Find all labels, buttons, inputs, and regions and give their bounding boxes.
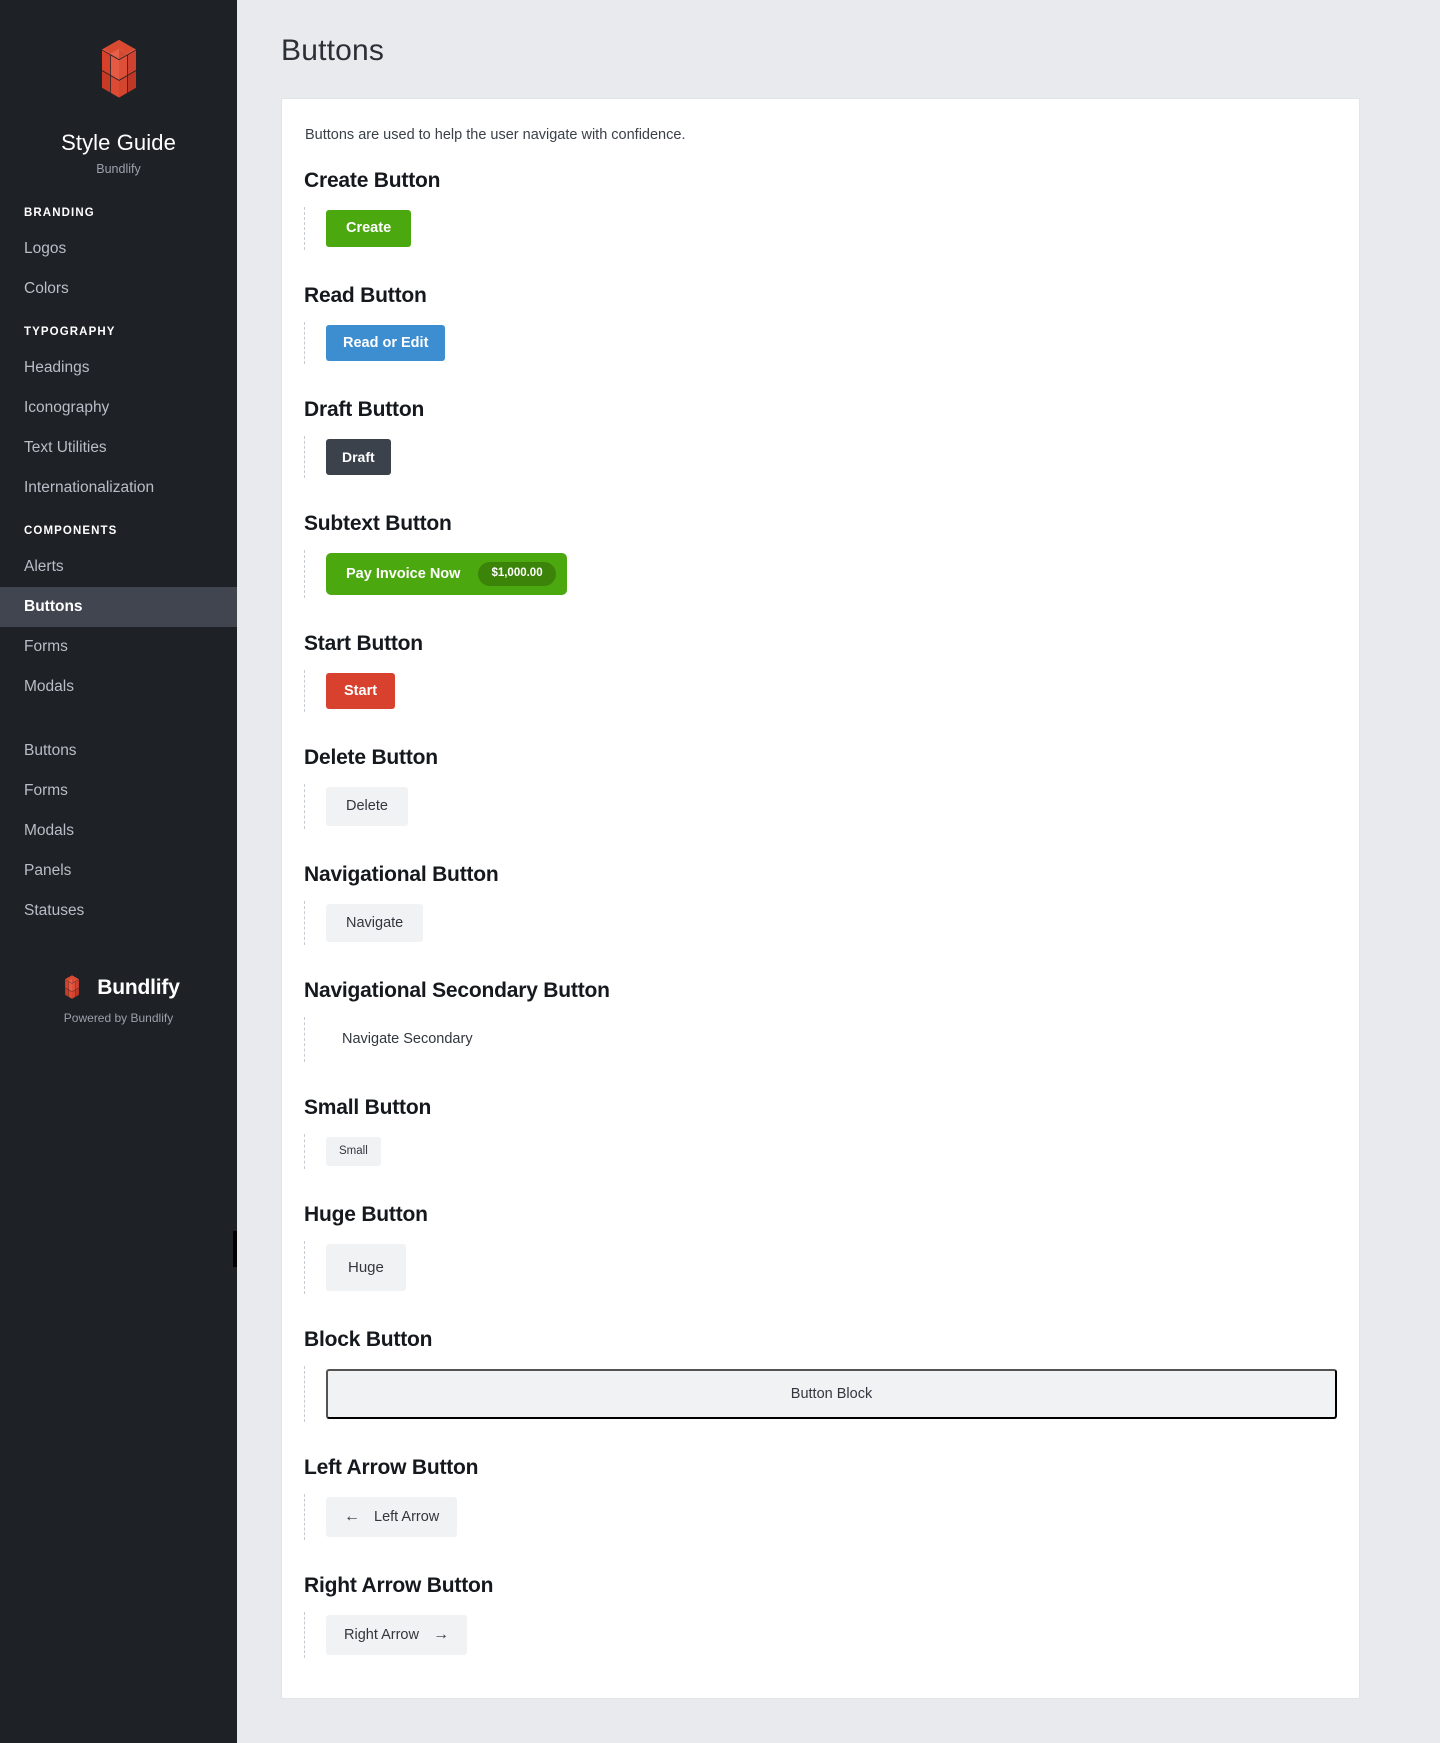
section-title: Navigational Button — [304, 862, 499, 886]
section-title: Read Button — [304, 283, 427, 307]
small-button[interactable]: Small — [326, 1136, 381, 1166]
card-intro-text: Buttons are used to help the user naviga… — [305, 127, 686, 143]
app-root: Style Guide Bundlify BRANDING Logos Colo… — [0, 0, 1440, 1743]
left-arrow-button[interactable]: ← Left Arrow — [326, 1497, 458, 1537]
arrow-right-icon: → — [432, 1626, 449, 1643]
sidebar-item-iconography[interactable]: Iconography — [0, 388, 237, 428]
sidebar-item-statuses[interactable]: Statuses — [0, 891, 237, 931]
cube-logo-icon — [101, 39, 136, 98]
section-title: Create Button — [304, 169, 441, 192]
right-arrow-button[interactable]: Right Arrow → — [326, 1615, 467, 1655]
sidebar-item-text-utilities[interactable]: Text Utilities — [0, 428, 237, 468]
sidebar-item-alerts[interactable]: Alerts — [0, 547, 237, 587]
footer-brand[interactable]: Bundlify — [0, 973, 237, 1003]
page-title: Buttons — [281, 34, 385, 67]
demo-row: Button Block — [304, 1366, 1337, 1422]
section-small-button: Small Button Small — [304, 1095, 1337, 1169]
demo-row: Huge — [304, 1241, 1337, 1294]
button-block[interactable]: Button Block — [326, 1369, 1337, 1419]
footer-brand-name: Bundlify — [97, 976, 180, 1000]
demo-row: Start — [304, 669, 1337, 712]
sidebar-item-buttons[interactable]: Buttons — [0, 587, 237, 628]
section-create-button: Create Button Create — [304, 169, 1337, 250]
section-navigational-button: Navigational Button Navigate — [304, 862, 1337, 945]
demo-row: Read or Edit — [304, 321, 1337, 364]
left-arrow-label: Left Arrow — [374, 1508, 440, 1525]
nav-header-branding: BRANDING — [24, 207, 95, 220]
arrow-left-icon: ← — [344, 1508, 360, 1525]
demo-row: Navigate — [304, 900, 1337, 945]
demo-row: Pay Invoice Now $1,000.00 — [304, 550, 1337, 598]
pay-invoice-amount-badge: $1,000.00 — [478, 562, 556, 586]
sidebar-item-colors[interactable]: Colors — [0, 269, 237, 309]
demo-row: Create — [304, 207, 1337, 250]
sidebar: Style Guide Bundlify BRANDING Logos Colo… — [0, 0, 237, 1743]
sidebar-item-logos[interactable]: Logos — [0, 229, 237, 269]
sidebar-item-panels[interactable]: Panels — [0, 851, 237, 891]
section-title: Block Button — [304, 1328, 433, 1351]
section-title: Huge Button — [304, 1203, 428, 1226]
demo-row: Navigate Secondary — [304, 1017, 1337, 1062]
demo-row: ← Left Arrow — [304, 1494, 1337, 1540]
section-subtext-button: Subtext Button Pay Invoice Now $1,000.00 — [304, 512, 1337, 598]
section-navigational-secondary-button: Navigational Secondary Button Navigate S… — [304, 979, 1337, 1062]
section-title: Draft Button — [304, 398, 425, 421]
draft-button[interactable]: Draft — [326, 439, 391, 475]
sidebar-footer: Bundlify Powered by Bundlify — [0, 973, 237, 1065]
create-button[interactable]: Create — [326, 210, 412, 247]
section-delete-button: Delete Button Delete — [304, 746, 1337, 829]
nav-group-components: COMPONENTS Alerts Buttons Forms Modals — [0, 514, 237, 707]
nav-group-secondary: Buttons Forms Modals Panels Statuses — [0, 731, 237, 931]
sidebar-item-modals[interactable]: Modals — [0, 667, 237, 707]
section-right-arrow-button: Right Arrow Button Right Arrow → — [304, 1574, 1337, 1658]
sidebar-item-internationalization[interactable]: Internationalization — [0, 468, 237, 508]
section-title: Navigational Secondary Button — [304, 979, 610, 1002]
sidebar-nav: BRANDING Logos Colors TYPOGRAPHY Heading… — [0, 196, 237, 931]
section-start-button: Start Button Start — [304, 631, 1337, 712]
cube-logo-icon — [65, 975, 80, 1000]
nav-group-branding: BRANDING Logos Colors — [0, 196, 237, 309]
demo-row: Small — [304, 1133, 1337, 1169]
sidebar-title: Style Guide — [61, 130, 176, 155]
start-button[interactable]: Start — [326, 672, 396, 709]
nav-header-typography: TYPOGRAPHY — [24, 326, 116, 339]
sidebar-logo — [0, 34, 237, 108]
nav-header-components: COMPONENTS — [24, 525, 118, 538]
demo-row: Draft — [304, 436, 1337, 478]
footer-powered-by: Powered by Bundlify — [63, 1011, 174, 1026]
section-huge-button: Huge Button Huge — [304, 1203, 1337, 1294]
section-left-arrow-button: Left Arrow Button ← Left Arrow — [304, 1456, 1337, 1540]
sidebar-item-modals-secondary[interactable]: Modals — [0, 811, 237, 851]
section-title: Right Arrow Button — [304, 1574, 494, 1597]
sidebar-subtitle: Bundlify — [96, 162, 141, 177]
demo-row: Delete — [304, 784, 1337, 829]
pay-invoice-button[interactable]: Pay Invoice Now $1,000.00 — [326, 553, 567, 595]
pay-invoice-label: Pay Invoice Now — [346, 565, 461, 582]
buttons-card: Buttons are used to help the user naviga… — [281, 98, 1360, 1699]
huge-button[interactable]: Huge — [326, 1244, 406, 1291]
section-title: Delete Button — [304, 746, 438, 769]
main-content: Buttons Buttons are used to help the use… — [237, 0, 1440, 1743]
delete-button[interactable]: Delete — [326, 787, 408, 826]
read-or-edit-button[interactable]: Read or Edit — [326, 324, 446, 361]
sidebar-item-buttons-secondary[interactable]: Buttons — [0, 731, 237, 771]
section-title: Start Button — [304, 631, 423, 655]
section-title: Subtext Button — [304, 512, 452, 535]
section-draft-button: Draft Button Draft — [304, 398, 1337, 478]
nav-divider-spacer — [0, 713, 237, 731]
section-block-button: Block Button Button Block — [304, 1328, 1337, 1422]
sidebar-item-headings[interactable]: Headings — [0, 348, 237, 388]
nav-group-typography: TYPOGRAPHY Headings Iconography Text Uti… — [0, 315, 237, 508]
section-title: Small Button — [304, 1095, 432, 1119]
section-read-button: Read Button Read or Edit — [304, 283, 1337, 364]
demo-row: Right Arrow → — [304, 1612, 1337, 1658]
right-arrow-label: Right Arrow — [344, 1626, 419, 1643]
navigate-button[interactable]: Navigate — [326, 903, 424, 942]
sidebar-item-forms[interactable]: Forms — [0, 627, 237, 667]
section-title: Left Arrow Button — [304, 1456, 479, 1479]
navigate-secondary-button[interactable]: Navigate Secondary — [326, 1020, 489, 1059]
sidebar-scrollbar-thumb[interactable] — [233, 1231, 237, 1267]
sidebar-item-forms-secondary[interactable]: Forms — [0, 771, 237, 811]
